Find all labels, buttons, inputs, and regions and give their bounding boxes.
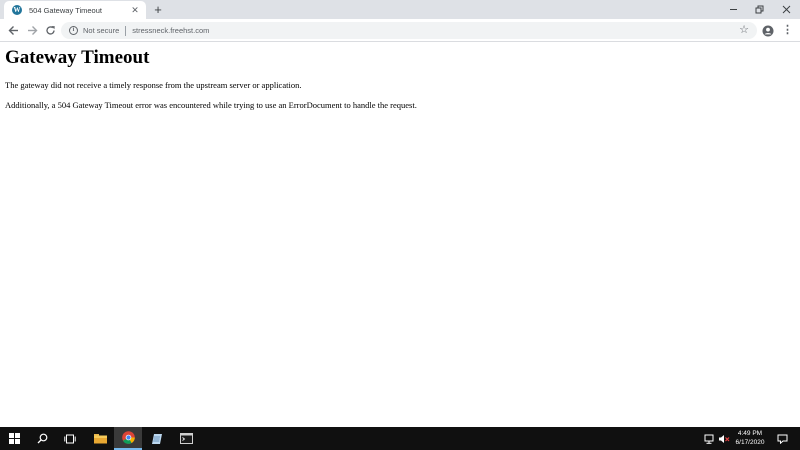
file-explorer-icon xyxy=(93,434,107,444)
tab-title: 504 Gateway Timeout xyxy=(29,5,102,15)
profile-icon[interactable] xyxy=(762,24,774,37)
arrow-left-icon xyxy=(8,26,18,35)
reload-icon xyxy=(46,26,55,35)
url-text[interactable]: stressneck.freehst.com xyxy=(132,26,209,35)
minimize-button[interactable] xyxy=(720,0,746,19)
close-window-button[interactable] xyxy=(773,0,799,19)
more-menu-icon[interactable]: ⋮ xyxy=(782,24,793,36)
back-button[interactable] xyxy=(6,23,21,38)
search-icon xyxy=(37,433,47,444)
page-content: Gateway Timeout The gateway did not rece… xyxy=(0,42,800,427)
notification-icon xyxy=(777,434,787,444)
close-icon xyxy=(782,5,790,14)
taskbar-clock[interactable]: 4:49 PM 6/17/2020 xyxy=(728,429,772,449)
chrome-icon xyxy=(121,431,135,444)
wordpress-icon: W xyxy=(12,5,22,15)
error-additional-description: Additionally, a 504 Gateway Timeout erro… xyxy=(5,100,417,110)
windows-taskbar: 4:49 PM 6/17/2020 xyxy=(0,427,800,450)
terminal-button[interactable] xyxy=(172,427,200,450)
tab-strip: W 504 Gateway Timeout ✕ + xyxy=(0,0,800,19)
reload-button[interactable] xyxy=(43,23,58,38)
browser-toolbar: i Not secure stressneck.freehst.com xyxy=(0,19,800,42)
browser-tab[interactable]: W 504 Gateway Timeout ✕ xyxy=(4,1,146,19)
tab-close-icon[interactable]: ✕ xyxy=(130,5,140,15)
account-circle-icon xyxy=(762,25,774,37)
new-tab-button[interactable]: + xyxy=(151,3,165,17)
arrow-right-icon xyxy=(28,26,38,35)
notepad-button[interactable] xyxy=(143,427,171,450)
task-view-icon xyxy=(64,434,76,443)
omnibox-divider xyxy=(125,25,127,36)
network-tray-button[interactable] xyxy=(703,427,717,450)
address-bar[interactable]: i Not secure stressneck.freehst.com xyxy=(61,22,757,39)
start-button[interactable] xyxy=(0,427,28,450)
clock-time: 4:49 PM xyxy=(737,430,763,437)
action-center-button[interactable] xyxy=(774,427,790,450)
search-button[interactable] xyxy=(28,427,56,450)
restore-button[interactable] xyxy=(746,0,772,19)
start-icon xyxy=(8,433,20,444)
file-explorer-button[interactable] xyxy=(86,427,114,450)
forward-button[interactable] xyxy=(25,23,40,38)
page-title: Gateway Timeout xyxy=(5,47,150,68)
error-description: The gateway did not receive a timely res… xyxy=(5,80,302,90)
clock-date: 6/17/2020 xyxy=(735,439,765,446)
chrome-taskbar-button[interactable] xyxy=(114,427,142,450)
security-label[interactable]: Not secure xyxy=(83,26,119,35)
info-icon[interactable]: i xyxy=(69,26,78,35)
minimize-icon xyxy=(729,9,737,10)
restore-icon xyxy=(755,5,763,14)
task-view-button[interactable] xyxy=(56,427,84,450)
bookmark-star-icon[interactable]: ☆ xyxy=(738,24,750,36)
notepad-icon xyxy=(152,433,162,444)
network-icon xyxy=(704,434,714,444)
terminal-icon xyxy=(179,433,193,444)
